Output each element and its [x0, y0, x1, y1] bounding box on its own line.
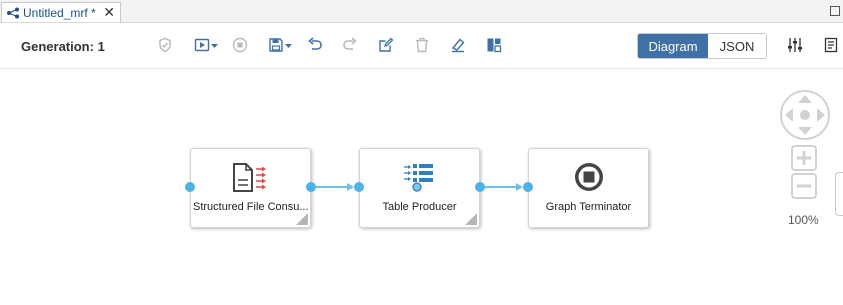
resize-corner[interactable] [465, 213, 477, 225]
chevron-down-icon [284, 43, 292, 48]
properties-button[interactable] [785, 35, 805, 55]
toolbar: Generation: 1 Diagram JSON [0, 23, 843, 69]
output-port[interactable] [306, 182, 316, 192]
stop-button[interactable] [230, 35, 250, 55]
operator-node-table-producer[interactable]: Table Producer [359, 148, 480, 228]
eraser-icon [451, 38, 465, 53]
undo-button[interactable] [305, 35, 325, 55]
side-panel-toggle[interactable] [835, 172, 843, 216]
sliders-icon [788, 38, 802, 52]
zoom-out-button[interactable] [791, 173, 817, 199]
output-port[interactable] [475, 182, 485, 192]
input-port[interactable] [185, 182, 195, 192]
tab-title: Untitled_mrf * [23, 5, 96, 20]
node-label: Table Producer [382, 201, 457, 213]
operator-node-structured-file-consumer[interactable]: Structured File Consu... [190, 148, 311, 228]
edit-square-icon [379, 37, 394, 52]
graph-file-icon [7, 7, 19, 18]
close-tab-icon[interactable]: ✕ [103, 4, 115, 21]
connection-arrow [516, 183, 523, 191]
view-toggle: Diagram JSON [637, 33, 767, 59]
edit-button[interactable] [376, 35, 396, 55]
generation-label: Generation: 1 [21, 39, 105, 54]
json-view-button[interactable]: JSON [708, 34, 766, 58]
save-button[interactable] [264, 35, 296, 55]
undo-icon [308, 37, 322, 50]
tab-untitled-mrf[interactable]: Untitled_mrf * ✕ [1, 2, 121, 22]
pan-navigation-control[interactable] [779, 89, 831, 141]
save-icon [268, 38, 283, 52]
resize-corner[interactable] [296, 213, 308, 225]
table-producer-icon [404, 164, 433, 192]
file-consumer-icon [233, 163, 266, 192]
redo-icon [343, 37, 357, 50]
zoom-level: 100% [788, 213, 819, 227]
zoom-in-button[interactable] [791, 145, 817, 171]
document-button[interactable] [821, 35, 841, 55]
chevron-down-icon [210, 43, 218, 48]
validate-button[interactable] [155, 35, 175, 55]
graph-canvas[interactable]: Structured File Consu... Table Producer … [0, 69, 843, 305]
layout-grid-icon [487, 38, 502, 53]
terminator-stop-icon [575, 163, 603, 191]
input-port[interactable] [523, 182, 533, 192]
auto-layout-button[interactable] [484, 35, 504, 55]
operator-node-graph-terminator[interactable]: Graph Terminator [528, 148, 649, 228]
document-icon [824, 37, 838, 53]
delete-button[interactable] [412, 35, 432, 55]
shield-check-icon [159, 37, 171, 53]
stop-circle-icon [232, 37, 248, 53]
editor-tab-bar: Untitled_mrf * ✕ [0, 0, 843, 23]
input-port[interactable] [354, 182, 364, 192]
trash-icon [416, 37, 428, 53]
connection-line[interactable] [485, 186, 519, 188]
node-label: Graph Terminator [545, 201, 632, 213]
diagram-view-button[interactable]: Diagram [638, 34, 708, 58]
connection-arrow [347, 183, 354, 191]
play-icon [194, 38, 209, 52]
redo-button[interactable] [340, 35, 360, 55]
clear-button[interactable] [448, 35, 468, 55]
run-button[interactable] [191, 35, 221, 55]
restore-window-icon[interactable] [830, 6, 840, 16]
connection-line[interactable] [316, 186, 350, 188]
node-label: Structured File Consu... [193, 201, 309, 213]
